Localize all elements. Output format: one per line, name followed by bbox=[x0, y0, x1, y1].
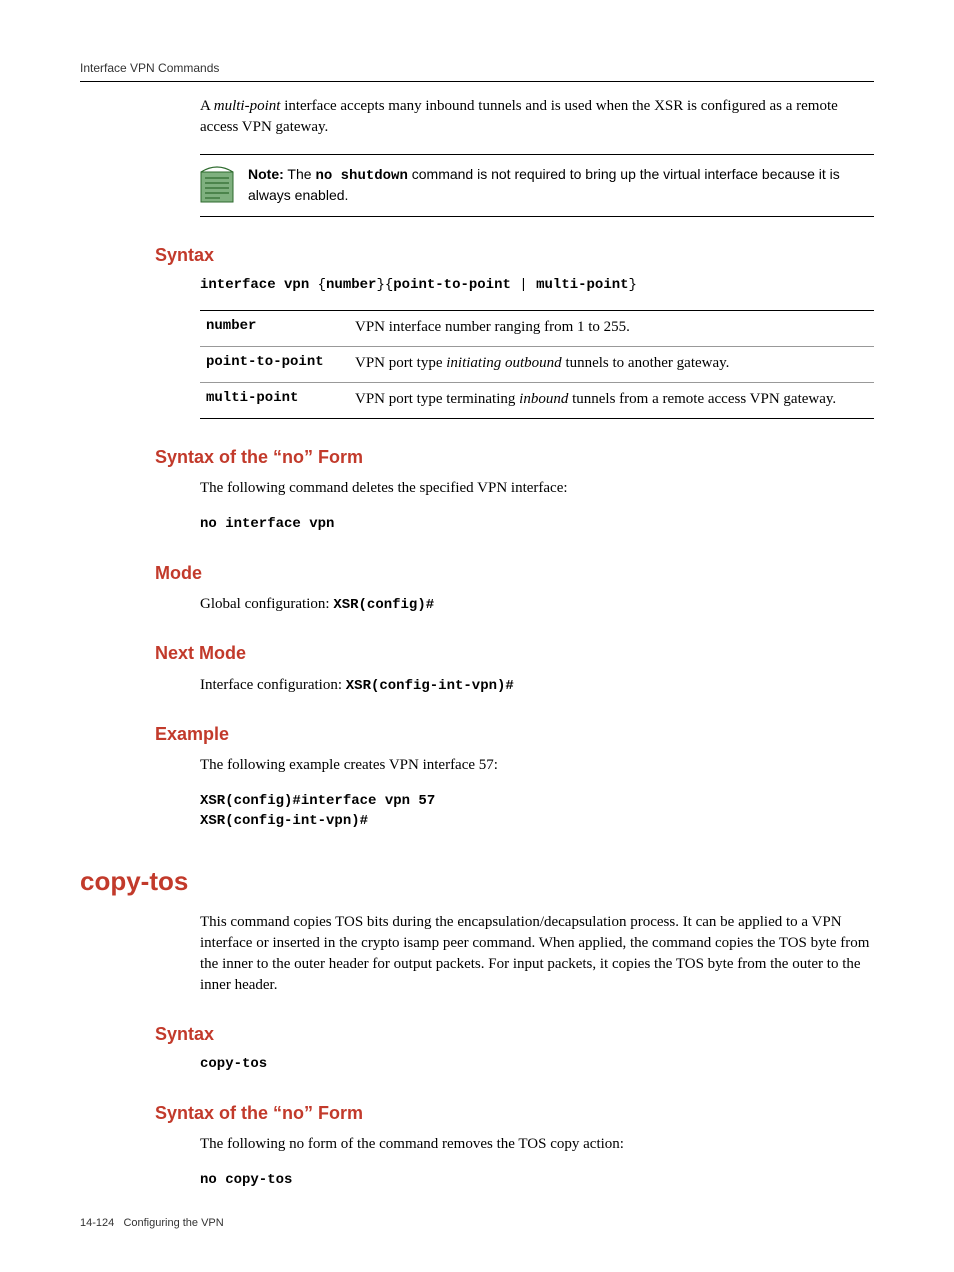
heading-syntax-no: Syntax of the “no” Form bbox=[155, 445, 874, 470]
text: A bbox=[200, 98, 214, 114]
text: tunnels from a remote access VPN gateway… bbox=[568, 391, 836, 407]
text-emphasis: multi-point bbox=[214, 98, 281, 114]
param-name: number bbox=[200, 310, 349, 346]
text: interface accepts many inbound tunnels a… bbox=[200, 98, 838, 135]
heading-syntax: Syntax bbox=[155, 1022, 874, 1047]
intro-paragraph: A multi-point interface accepts many inb… bbox=[200, 96, 874, 138]
mode-text: Global configuration: XSR(config)# bbox=[200, 594, 874, 616]
param-name: point-to-point bbox=[200, 346, 349, 382]
page-number: 14-124 bbox=[80, 1217, 114, 1229]
prompt: XSR(config-int-vpn)# bbox=[346, 678, 514, 694]
text: Global configuration: bbox=[200, 596, 333, 612]
note-callout: Note: The no shutdown command is not req… bbox=[200, 154, 874, 217]
command: no interface vpn bbox=[200, 515, 874, 535]
text-emphasis: inbound bbox=[519, 391, 568, 407]
text: Interface configuration: bbox=[200, 677, 346, 693]
note-label: Note: bbox=[248, 166, 284, 182]
table-row: number VPN interface number ranging from… bbox=[200, 310, 874, 346]
text: The following no form of the command rem… bbox=[200, 1134, 874, 1155]
brace: } bbox=[629, 277, 637, 293]
heading-syntax: Syntax bbox=[155, 243, 874, 268]
heading-example: Example bbox=[155, 722, 874, 747]
command: no copy-tos bbox=[200, 1171, 874, 1191]
text: The following command deletes the specif… bbox=[200, 478, 874, 499]
command: copy-tos bbox=[200, 1055, 874, 1075]
parameter-table: number VPN interface number ranging from… bbox=[200, 310, 874, 419]
brace: { bbox=[318, 277, 326, 293]
next-mode-text: Interface configuration: XSR(config-int-… bbox=[200, 675, 874, 697]
running-header: Interface VPN Commands bbox=[80, 60, 874, 77]
note-text: Note: The no shutdown command is not req… bbox=[248, 165, 874, 206]
syntax-line: interface vpn {number}{point-to-point | … bbox=[200, 276, 874, 296]
header-rule bbox=[80, 81, 874, 82]
text: tunnels to another gateway. bbox=[562, 355, 730, 371]
heading-mode: Mode bbox=[155, 561, 874, 586]
example-block: XSR(config)#interface vpn 57 XSR(config-… bbox=[200, 792, 874, 831]
param-desc: VPN port type initiating outbound tunnel… bbox=[349, 346, 874, 382]
text: VPN port type terminating bbox=[355, 391, 519, 407]
heading-next-mode: Next Mode bbox=[155, 641, 874, 666]
inline-code: no shutdown bbox=[315, 168, 407, 184]
chapter-title: Configuring the VPN bbox=[123, 1217, 223, 1229]
text: The bbox=[284, 166, 316, 182]
text-emphasis: initiating outbound bbox=[446, 355, 561, 371]
cmd-keyword: multi-point bbox=[536, 277, 628, 293]
param-desc: VPN port type terminating inbound tunnel… bbox=[349, 382, 874, 418]
copy-tos-description: This command copies TOS bits during the … bbox=[200, 912, 874, 996]
cmd-arg: number bbox=[326, 277, 376, 293]
cmd-keyword: interface vpn bbox=[200, 277, 318, 293]
table-row: point-to-point VPN port type initiating … bbox=[200, 346, 874, 382]
page-footer: 14-124 Configuring the VPN bbox=[80, 1216, 874, 1231]
pipe: | bbox=[511, 277, 536, 293]
prompt: XSR(config)# bbox=[333, 597, 434, 613]
cmd-keyword: point-to-point bbox=[393, 277, 511, 293]
table-row: multi-point VPN port type terminating in… bbox=[200, 382, 874, 418]
note-icon bbox=[200, 165, 234, 203]
heading-syntax-no: Syntax of the “no” Form bbox=[155, 1101, 874, 1126]
text: VPN port type bbox=[355, 355, 446, 371]
param-name: multi-point bbox=[200, 382, 349, 418]
param-desc: VPN interface number ranging from 1 to 2… bbox=[349, 310, 874, 346]
command-title-copy-tos: copy-tos bbox=[80, 863, 874, 899]
brace: }{ bbox=[376, 277, 393, 293]
example-text: The following example creates VPN interf… bbox=[200, 755, 874, 776]
